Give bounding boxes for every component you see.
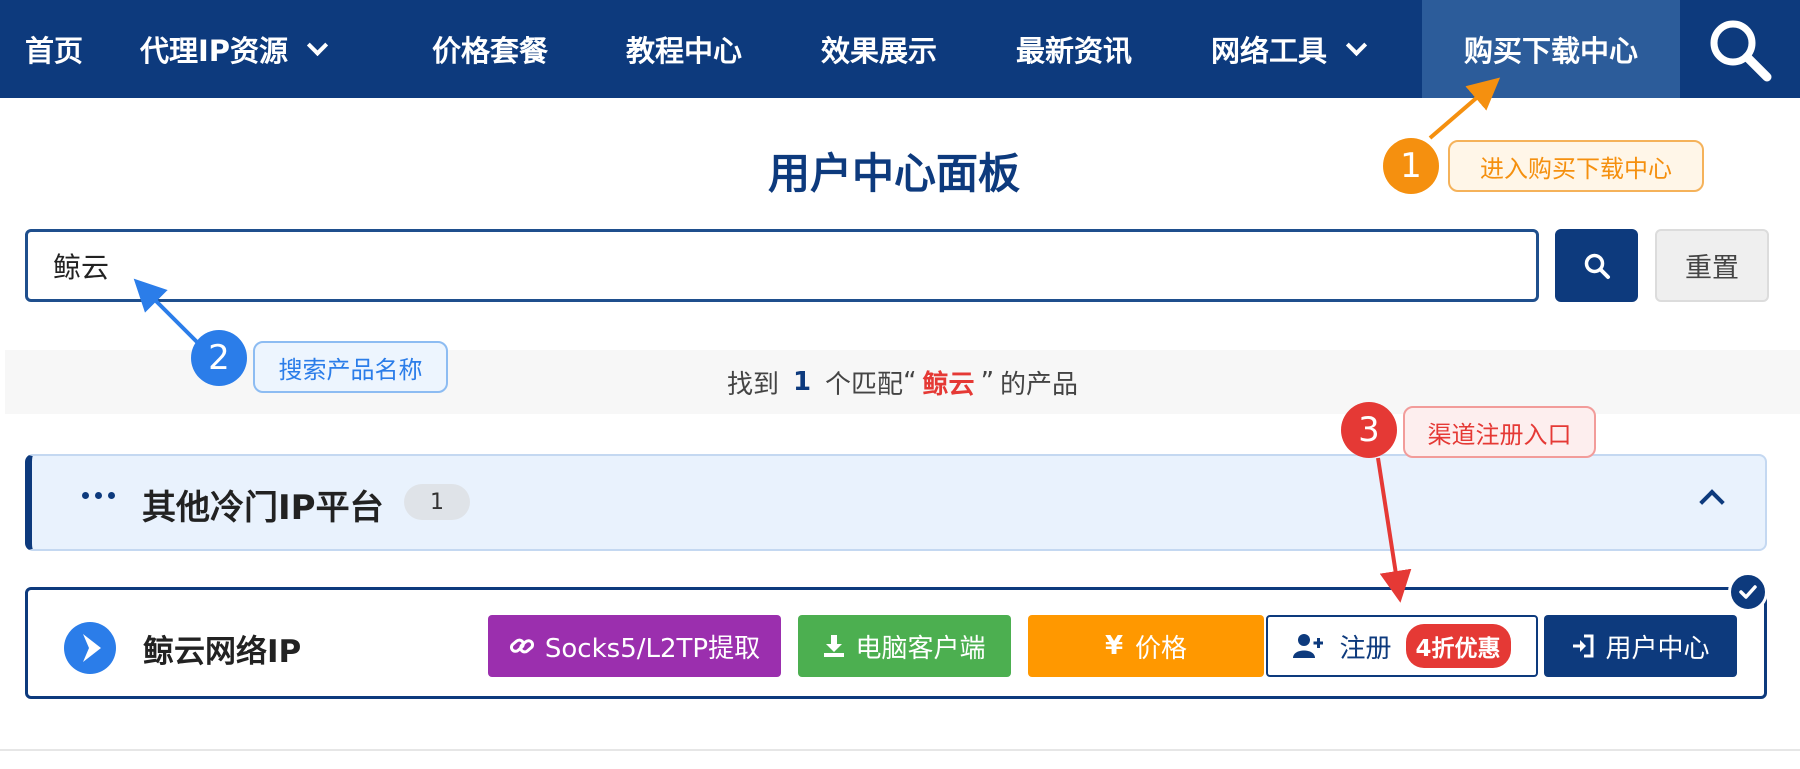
top-nav: 首页 代理IP资源 价格套餐 教程中心 效果展示 最新资讯 网络工具 购买下载中… (0, 0, 1800, 98)
step-1-label: 进入购买下载中心 (1448, 140, 1704, 192)
nav-item-label: 教程中心 (626, 34, 743, 68)
search-input[interactable] (25, 229, 1539, 302)
result-close-quote: ” (980, 367, 995, 397)
desktop-client-button[interactable]: 电脑客户端 (798, 615, 1011, 677)
result-suffix: 的产品 (1000, 369, 1079, 400)
socks-extract-button[interactable]: Socks5/L2TP提取 (488, 615, 781, 677)
nav-item-home[interactable]: 首页 (25, 0, 83, 98)
result-keyword: 鲸云 (922, 369, 975, 400)
user-center-button[interactable]: 用户中心 (1544, 615, 1737, 677)
step-2-label: 搜索产品名称 (253, 341, 448, 393)
chevron-down-icon (1345, 34, 1368, 56)
result-count: 1 (792, 367, 812, 397)
download-icon (824, 635, 845, 657)
product-card: 鲸云网络IP Socks5/L2TP提取 电脑客户端 ¥ 价格 注册 4折优惠 (25, 587, 1767, 699)
yen-icon: ¥ (1104, 631, 1124, 661)
search-icon (1584, 253, 1610, 279)
nav-item-proxy-resources[interactable]: 代理IP资源 (140, 0, 329, 98)
nav-item-purchase-download[interactable]: 购买下载中心 (1422, 0, 1680, 98)
step-2-badge: 2 (191, 330, 247, 386)
check-icon (1728, 572, 1768, 612)
nav-item-news[interactable]: 最新资讯 (1016, 0, 1132, 98)
product-logo (64, 622, 116, 674)
category-title: 其他冷门IP平台 (142, 488, 384, 528)
search-button[interactable] (1555, 229, 1638, 302)
step-1-badge: 1 (1383, 138, 1439, 194)
step-3-label: 渠道注册入口 (1403, 406, 1596, 458)
chevron-down-icon (306, 34, 329, 56)
category-header[interactable]: 其他冷门IP平台 1 (25, 454, 1767, 551)
user-plus-icon (1293, 634, 1324, 658)
register-button[interactable]: 注册 4折优惠 (1266, 615, 1538, 677)
divider (0, 749, 1800, 751)
category-count-badge: 1 (404, 484, 470, 520)
step-3-badge: 3 (1341, 402, 1397, 458)
nav-item-label: 网络工具 (1211, 34, 1328, 68)
link-icon (509, 638, 534, 654)
user-center-label: 用户中心 (1605, 633, 1710, 664)
price-button[interactable]: ¥ 价格 (1028, 615, 1264, 677)
nav-item-label: 首页 (25, 34, 84, 68)
more-dots-icon (82, 492, 115, 499)
nav-item-pricing[interactable]: 价格套餐 (432, 0, 548, 98)
discount-badge: 4折优惠 (1405, 624, 1511, 668)
register-label: 注册 (1339, 633, 1392, 664)
socks-extract-label: Socks5/L2TP提取 (544, 633, 761, 664)
sign-in-icon (1573, 634, 1594, 658)
nav-item-label: 价格套餐 (432, 34, 549, 68)
result-open-quote: “ (903, 367, 917, 397)
price-label: 价格 (1135, 633, 1188, 664)
reset-button[interactable]: 重置 (1655, 229, 1769, 302)
result-prefix: 找到 (726, 369, 779, 400)
nav-item-tutorials[interactable]: 教程中心 (626, 0, 742, 98)
result-middle: 个匹配 (825, 369, 904, 400)
search-icon (1710, 20, 1772, 82)
nav-item-label: 最新资讯 (1016, 34, 1133, 68)
product-name: 鲸云网络IP (143, 634, 302, 670)
nav-item-label: 效果展示 (821, 34, 938, 68)
nav-item-showcase[interactable]: 效果展示 (821, 0, 937, 98)
nav-item-label: 购买下载中心 (1463, 34, 1638, 68)
nav-search-button[interactable] (1705, 16, 1775, 86)
desktop-client-label: 电脑客户端 (855, 633, 986, 664)
nav-item-label: 代理IP资源 (140, 34, 289, 68)
nav-item-network-tools[interactable]: 网络工具 (1211, 0, 1368, 98)
chevron-up-icon[interactable] (1699, 489, 1725, 515)
